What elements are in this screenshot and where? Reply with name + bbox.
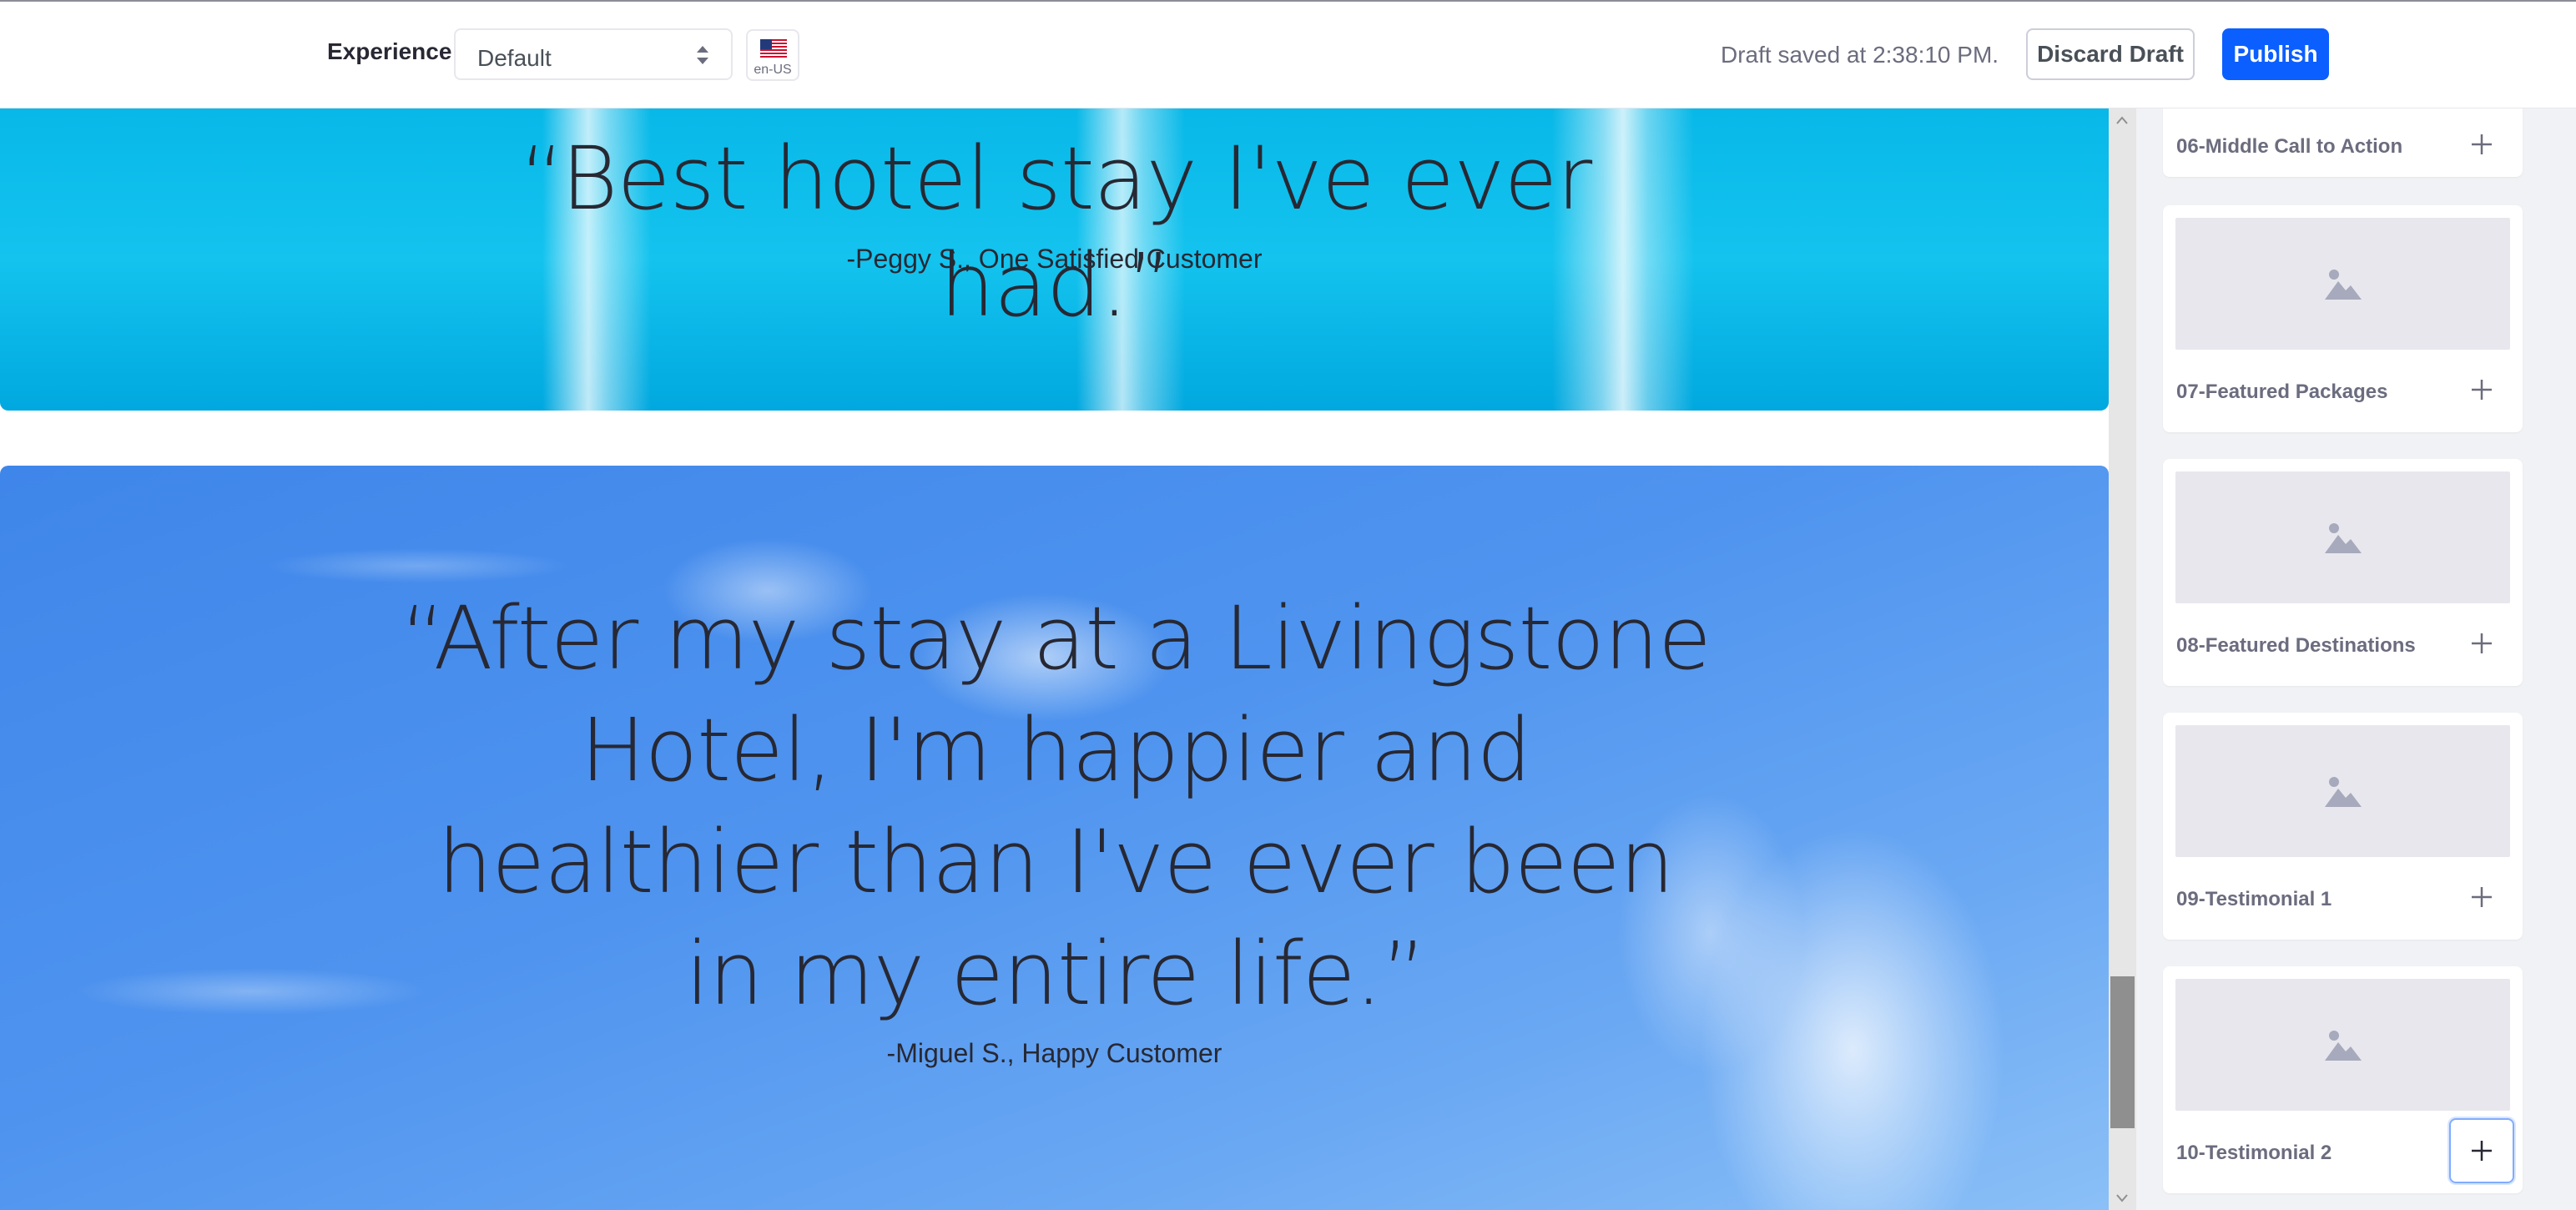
fragments-sidebar: 06-Middle Call to Action 07-Featured Pac… bbox=[2136, 108, 2576, 1210]
plus-icon bbox=[2472, 134, 2492, 154]
testimonial-section-1[interactable]: “Best hotel stay I've ever had.” -Peggy … bbox=[0, 108, 2109, 411]
canvas-scrollbar[interactable] bbox=[2109, 108, 2136, 1210]
fragment-card[interactable]: 10-Testimonial 2 bbox=[2163, 966, 2523, 1193]
plus-icon bbox=[2472, 887, 2492, 907]
page-editor-toolbar: Experience Default en-US Draft saved at … bbox=[0, 0, 2576, 108]
fragment-card-label: 10-Testimonial 2 bbox=[2176, 1142, 2332, 1164]
testimonial-quote[interactable]: “Best hotel stay I've ever had.” bbox=[417, 125, 1694, 339]
image-placeholder-icon bbox=[2325, 1031, 2362, 1061]
publish-button[interactable]: Publish bbox=[2222, 28, 2329, 80]
experience-label: Experience bbox=[327, 38, 452, 64]
experience-select-value: Default bbox=[477, 45, 552, 71]
fragment-card[interactable]: 06-Middle Call to Action bbox=[2163, 108, 2523, 177]
scroll-up-arrow-icon[interactable] bbox=[2115, 115, 2129, 125]
fragment-card[interactable]: 09-Testimonial 1 bbox=[2163, 713, 2523, 940]
testimonial-author[interactable]: -Miguel S., Happy Customer bbox=[0, 1038, 2109, 1069]
scrollbar-thumb[interactable] bbox=[2110, 976, 2135, 1128]
fragment-card-label: 08-Featured Destinations bbox=[2176, 634, 2416, 657]
plus-icon bbox=[2472, 633, 2492, 653]
image-placeholder-icon bbox=[2325, 270, 2362, 300]
add-fragment-button[interactable] bbox=[2449, 611, 2514, 676]
add-fragment-button[interactable] bbox=[2449, 112, 2514, 177]
draft-status-text: Draft saved at 2:38:10 PM. bbox=[1721, 42, 1999, 68]
select-caret-icon bbox=[697, 46, 708, 64]
add-fragment-button[interactable] bbox=[2449, 1118, 2514, 1183]
locale-selector-button[interactable]: en-US bbox=[746, 29, 799, 81]
fragment-card-label: 09-Testimonial 1 bbox=[2176, 888, 2332, 910]
testimonial-section-2[interactable]: “After my stay at a Livingstone Hotel, I… bbox=[0, 466, 2109, 1210]
scroll-down-arrow-icon[interactable] bbox=[2115, 1193, 2129, 1203]
image-placeholder-icon bbox=[2325, 523, 2362, 553]
image-placeholder-icon bbox=[2325, 777, 2362, 807]
fragment-card[interactable]: 07-Featured Packages bbox=[2163, 205, 2523, 432]
locale-code: en-US bbox=[754, 63, 792, 77]
experience-select[interactable]: Default bbox=[454, 28, 733, 80]
testimonial-quote[interactable]: “After my stay at a Livingstone Hotel, I… bbox=[392, 582, 1719, 1030]
discard-draft-button[interactable]: Discard Draft bbox=[2026, 28, 2195, 80]
fragment-card-label: 06-Middle Call to Action bbox=[2176, 135, 2403, 158]
plus-icon bbox=[2472, 380, 2492, 400]
fragment-card[interactable]: 08-Featured Destinations bbox=[2163, 459, 2523, 686]
testimonial-author[interactable]: -Peggy S., One Satisfied Customer bbox=[0, 244, 2109, 275]
fragment-thumbnail bbox=[2175, 471, 2510, 603]
plus-icon bbox=[2472, 1141, 2492, 1161]
fragment-thumbnail bbox=[2175, 218, 2510, 350]
fragment-thumbnail bbox=[2175, 979, 2510, 1111]
page-canvas: “Best hotel stay I've ever had.” -Peggy … bbox=[0, 108, 2109, 1210]
fragment-card-label: 07-Featured Packages bbox=[2176, 381, 2388, 403]
add-fragment-button[interactable] bbox=[2449, 357, 2514, 422]
us-flag-icon bbox=[760, 39, 787, 58]
add-fragment-button[interactable] bbox=[2449, 865, 2514, 930]
fragment-thumbnail bbox=[2175, 725, 2510, 857]
